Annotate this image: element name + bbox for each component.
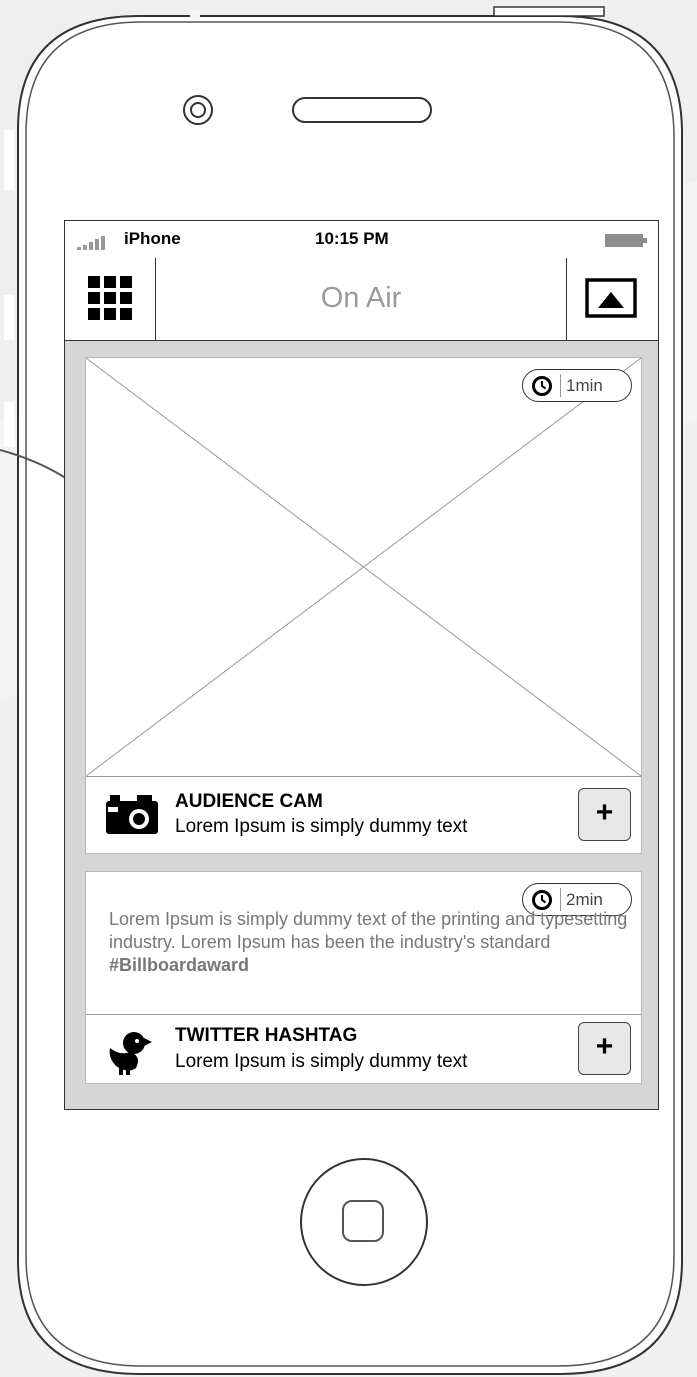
bird-icon [109, 1032, 152, 1075]
clock-icon [532, 376, 552, 396]
item-description: Lorem Ipsum is simply dummy text [175, 816, 468, 837]
duration-text: 2min [566, 890, 603, 909]
item-title: AUDIENCE CAM [175, 791, 323, 812]
twitter-hashtag-row: TWITTER HASHTAG Lorem Ipsum is simply du… [86, 1015, 641, 1083]
add-twitter-button[interactable]: + [578, 1022, 631, 1075]
twitter-card: 2min Lorem Ipsum is simply dummy text of… [85, 871, 642, 1084]
phone-screen: iPhone 10:15 PM On Air 1min AUDIENCE CAM… [64, 220, 659, 1110]
grid-icon [88, 276, 132, 320]
speaker-icon [292, 97, 432, 123]
page-title: On Air [320, 282, 402, 314]
battery-icon [605, 234, 647, 247]
home-button[interactable] [298, 1156, 430, 1288]
tweet-text: Lorem Ipsum is simply dummy text of the … [109, 909, 628, 975]
nav-bar: On Air [65, 258, 658, 341]
add-audience-cam-button[interactable]: + [578, 788, 631, 841]
audience-cam-card: 1min AUDIENCE CAM Lorem Ipsum is simply … [85, 357, 642, 854]
airplay-button[interactable] [566, 258, 658, 340]
duration-badge: 1min [522, 369, 632, 402]
airplay-icon [585, 278, 637, 318]
menu-button[interactable] [65, 258, 156, 340]
camera-icon [106, 795, 158, 834]
audience-cam-row: AUDIENCE CAM Lorem Ipsum is simply dummy… [86, 776, 641, 854]
item-title: TWITTER HASHTAG [175, 1025, 358, 1046]
hashtag-link[interactable]: #Billboardaward [109, 955, 249, 975]
carrier-label: iPhone [124, 229, 181, 248]
front-camera-icon [183, 95, 213, 125]
status-time: 10:15 PM [315, 229, 389, 248]
signal-icon [77, 236, 105, 250]
item-description: Lorem Ipsum is simply dummy text [175, 1051, 468, 1072]
image-placeholder [86, 358, 641, 777]
duration-text: 1min [566, 376, 603, 395]
status-bar: iPhone 10:15 PM [65, 221, 658, 259]
